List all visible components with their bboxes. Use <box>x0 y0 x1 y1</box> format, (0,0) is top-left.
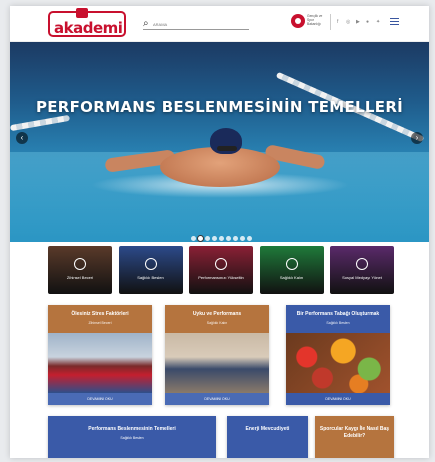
prev-arrow-icon[interactable]: ‹ <box>16 132 28 144</box>
ministry-emblem-icon[interactable] <box>291 14 305 28</box>
card-title[interactable]: Ölesiniz Stres Faktörleri <box>48 311 152 317</box>
flickr-icon[interactable]: ● <box>366 19 369 25</box>
category-label: Sağlıklı Kalın <box>279 275 304 280</box>
category-label: Zihinsel Beceri <box>66 275 94 280</box>
bottom-article-card[interactable]: Sporcular Kaygı İle Nasıl Baş Edebilir? <box>315 416 394 458</box>
slider-dot[interactable] <box>198 236 203 241</box>
category-icon <box>74 258 86 270</box>
menu-icon[interactable] <box>390 18 399 25</box>
category-label: Sosyal Medyayı Yönet <box>342 275 382 280</box>
card-header: Ölesiniz Stres Faktörleri Zihinsel Beceri <box>48 305 152 333</box>
slider-dot[interactable] <box>205 236 210 241</box>
article-card[interactable]: Ölesiniz Stres Faktörleri Zihinsel Beceri… <box>48 305 152 405</box>
article-card[interactable]: Uyku ve Performans Sağlıklı Kalın DEVAMINI… <box>165 305 269 405</box>
read-more-button[interactable]: DEVAMINI OKU <box>48 393 152 405</box>
logo-text: akademi <box>54 19 123 37</box>
lane-rope <box>10 114 71 132</box>
site-header: akademi ⌕ Gençlik ve Spor Bakanlığı f ◎ … <box>10 6 429 42</box>
card-header: Bir Performans Tabağı Oluşturmak Sağlıklı… <box>286 305 390 333</box>
slider-dot[interactable] <box>233 236 238 241</box>
category-label: Sağlıklı Beslen <box>137 275 164 280</box>
slider-dot[interactable] <box>212 236 217 241</box>
goggles <box>217 146 237 151</box>
bottom-article-card[interactable]: Enerji Mevcudiyeti <box>227 416 308 458</box>
page: akademi ⌕ Gençlik ve Spor Bakanlığı f ◎ … <box>10 6 429 458</box>
read-more-button[interactable]: DEVAMINI OKU <box>165 393 269 405</box>
ministry-text: Gençlik ve Spor Bakanlığı <box>307 14 323 26</box>
category-tiles: Zihinsel Beceri Sağlıklı Beslen Performans… <box>48 246 394 296</box>
card-image[interactable] <box>48 333 152 393</box>
hero-slider[interactable]: PERFORMANS BESLENMESİNİN TEMELLERİ ‹ › <box>10 42 429 242</box>
card-title[interactable]: Bir Performans Tabağı Oluşturmak <box>286 311 390 317</box>
read-more-button[interactable]: DEVAMINI OKU <box>286 393 390 405</box>
card-category: Sağlıklı Beslen <box>120 436 144 440</box>
category-icon <box>356 258 368 270</box>
category-icon <box>144 258 157 270</box>
card-title[interactable]: Sporcular Kaygı İle Nasıl Baş Edebilir? <box>315 426 394 440</box>
card-title[interactable]: Enerji Mevcudiyeti <box>227 426 308 433</box>
category-tile[interactable]: Zihinsel Beceri <box>48 246 112 294</box>
category-tile[interactable]: Sağlıklı Beslen <box>118 246 183 294</box>
card-header: Uyku ve Performans Sağlıklı Kalın <box>165 305 269 333</box>
category-icon <box>215 258 227 270</box>
twitter-icon[interactable]: ✦ <box>376 19 380 25</box>
hero-title: PERFORMANS BESLENMESİNİN TEMELLERİ <box>35 98 404 116</box>
flag-icon <box>76 8 88 18</box>
search-icon[interactable]: ⌕ <box>143 18 149 29</box>
category-tile[interactable]: Performansınızı Yükseltin <box>189 246 253 294</box>
card-title[interactable]: Uyku ve Performans <box>165 311 269 317</box>
search-input[interactable] <box>153 19 243 29</box>
card-category: Zihinsel Beceri <box>88 321 112 325</box>
slider-dot[interactable] <box>240 236 245 241</box>
category-icon <box>285 258 298 270</box>
divider <box>330 14 331 30</box>
instagram-icon[interactable]: ◎ <box>346 19 350 25</box>
search-bar[interactable]: ⌕ <box>143 18 249 30</box>
card-image[interactable] <box>286 333 390 393</box>
card-category: Sağlıklı Kalın <box>206 321 228 325</box>
category-tile[interactable]: Sağlıklı Kalın <box>259 246 324 294</box>
akademi-logo[interactable]: akademi <box>48 8 126 37</box>
slider-dot[interactable] <box>247 236 252 241</box>
category-tile[interactable]: Sosyal Medyayı Yönet <box>330 246 394 294</box>
card-title[interactable]: Performans Beslenmesinin Temelleri <box>48 426 216 433</box>
next-arrow-icon[interactable]: › <box>411 132 423 144</box>
slider-dot[interactable] <box>226 236 231 241</box>
slider-dot[interactable] <box>191 236 196 241</box>
youtube-icon[interactable]: ▶ <box>356 19 360 25</box>
category-label: Performansınızı Yükseltin <box>198 275 244 280</box>
facebook-icon[interactable]: f <box>337 19 338 25</box>
card-category: Sağlıklı Beslen <box>326 321 350 325</box>
card-image[interactable] <box>165 333 269 393</box>
article-card[interactable]: Bir Performans Tabağı Oluşturmak Sağlıklı… <box>286 305 390 405</box>
slider-dot[interactable] <box>219 236 224 241</box>
bottom-article-card[interactable]: Performans Beslenmesinin Temelleri Sağlık… <box>48 416 216 458</box>
slider-dots <box>191 228 254 241</box>
